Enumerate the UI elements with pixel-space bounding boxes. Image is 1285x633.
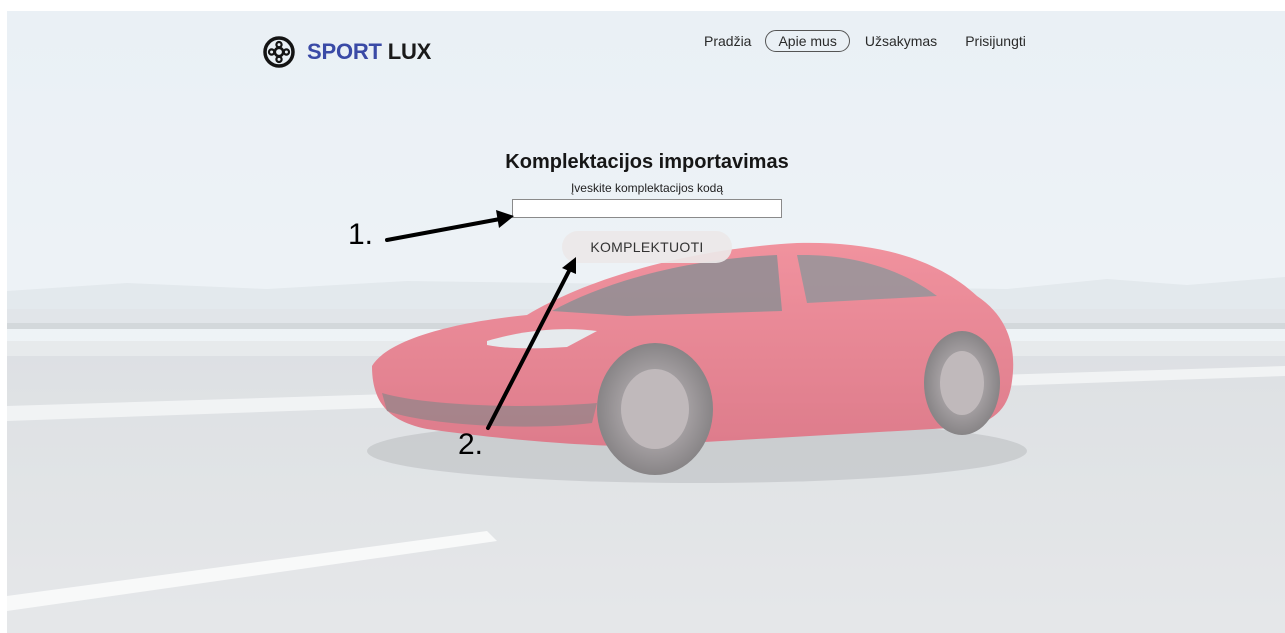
steering-wheel-icon bbox=[263, 36, 295, 68]
import-form: Komplektacijos importavimas Įveskite kom… bbox=[387, 149, 907, 263]
annotation-step-2: 2. bbox=[458, 428, 484, 461]
nav-about-link[interactable]: Apie mus bbox=[765, 30, 850, 52]
brand-name: SPORT LUX bbox=[307, 39, 431, 65]
form-title: Komplektacijos importavimas bbox=[505, 151, 789, 173]
nav-order-link[interactable]: Užsakymas bbox=[865, 31, 937, 51]
brand-name-sport: SPORT bbox=[307, 39, 382, 64]
code-label: Įveskite komplektacijos kodą bbox=[570, 181, 724, 195]
nav-home-link[interactable]: Pradžia bbox=[704, 31, 751, 51]
page: SPORT LUX Pradžia Apie mus Užsakymas Pri… bbox=[7, 11, 1285, 633]
nav-login-link[interactable]: Prisijungti bbox=[965, 31, 1026, 51]
brand-name-lux: LUX bbox=[387, 39, 432, 64]
configuration-code-input[interactable] bbox=[512, 199, 782, 218]
brand-logo[interactable]: SPORT LUX bbox=[263, 36, 431, 68]
annotation-step-1: 1. bbox=[348, 218, 374, 251]
komplektuoti-button[interactable]: KOMPLEKTUOTI bbox=[562, 231, 732, 263]
background-overlay bbox=[7, 11, 1285, 633]
main-nav: Pradžia Apie mus Užsakymas Prisijungti bbox=[704, 30, 1026, 52]
